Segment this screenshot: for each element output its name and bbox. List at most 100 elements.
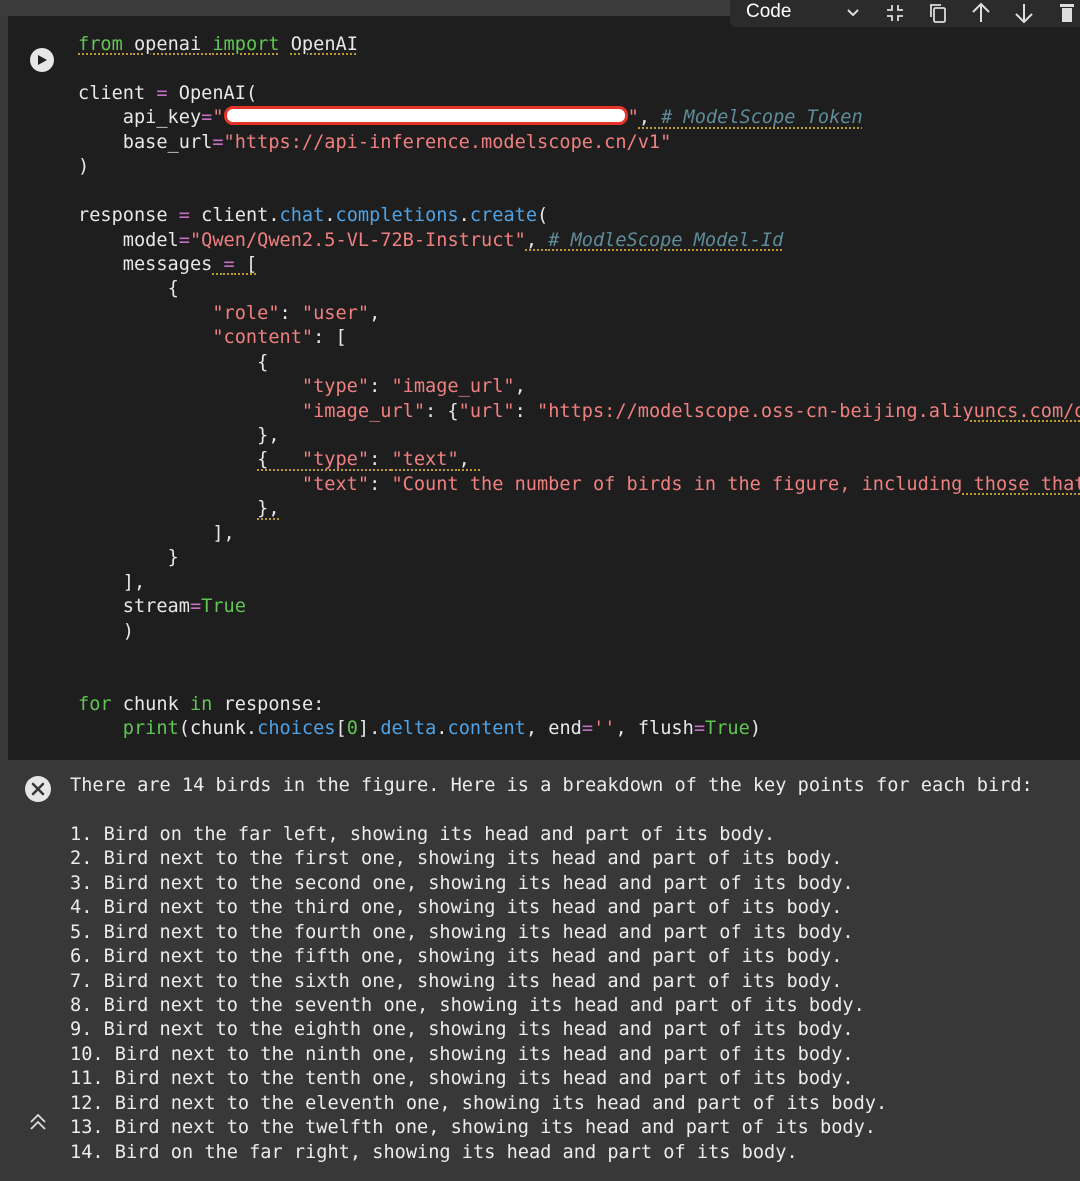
code-token: '' <box>593 718 616 740</box>
code-token: for <box>78 693 112 715</box>
play-icon <box>38 55 47 65</box>
output-list-item: 9. Bird next to the eighth one, showing … <box>70 1019 854 1041</box>
output-list-item: 14. Bird on the far right, showing its h… <box>70 1141 798 1163</box>
code-token: , <box>458 449 482 471</box>
code-token: = <box>178 229 190 251</box>
code-token: "image_url" <box>391 376 515 398</box>
code-token: , <box>369 302 381 324</box>
code-token: . <box>436 718 448 740</box>
code-token: . <box>458 205 470 227</box>
move-down-icon[interactable] <box>1009 0 1039 26</box>
cell-type-label[interactable]: Code <box>746 1 791 23</box>
code-token: [ <box>335 718 347 740</box>
move-up-icon[interactable] <box>966 0 996 26</box>
redacted-api-key <box>223 106 628 126</box>
code-cell[interactable]: from openai import OpenAI client = OpenA… <box>8 16 1080 760</box>
code-line: { <box>78 351 1080 375</box>
code-token: (chunk. <box>178 718 258 740</box>
code-token: content <box>447 718 526 740</box>
code-line: "type": "image_url", <box>78 375 1080 399</box>
code-line: } <box>78 546 1080 570</box>
code-line: messages = [ <box>122 253 258 275</box>
code-line: from openai import OpenAI <box>78 33 1080 57</box>
code-line: ) <box>78 155 1080 179</box>
output-summary: There are 14 birds in the figure. Here i… <box>70 775 1033 796</box>
code-token: "type" <box>301 449 370 471</box>
code-token: = <box>212 131 224 153</box>
code-line: "role": "user", <box>78 302 1080 326</box>
code-token: : [ <box>313 327 347 349</box>
code-token: "https://api-inference.modelscope.cn/v1" <box>223 131 672 153</box>
code-line: "content": [ <box>78 326 1080 350</box>
code-token: response: <box>223 693 325 715</box>
code-line: stream=True <box>78 595 1080 619</box>
code-token: chunk <box>122 693 179 715</box>
code-token: "text" <box>391 449 459 471</box>
code-token: = <box>693 718 706 740</box>
collapse-icon[interactable] <box>880 0 910 26</box>
run-cell-button[interactable] <box>30 48 54 72</box>
output-blank-line <box>70 798 1033 822</box>
output-list-item: 1. Bird on the far left, showing its hea… <box>70 823 776 845</box>
output-list-item: 10. Bird next to the ninth one, showing … <box>70 1043 854 1065</box>
code-token: ) <box>122 620 134 642</box>
code-token: = <box>178 205 190 227</box>
code-token: = <box>201 107 213 129</box>
delete-icon[interactable] <box>1052 0 1080 26</box>
code-line: base_url="https://api-inference.modelsco… <box>78 131 1080 155</box>
code-token: : <box>514 400 537 422</box>
code-token: : <box>279 302 302 324</box>
code-token: client <box>78 82 146 104</box>
code-token: . <box>324 205 336 227</box>
code-token: choices <box>257 718 336 740</box>
chevron-down-icon[interactable] <box>838 0 868 26</box>
code-token: ]. <box>357 718 381 740</box>
output-list-item: 11. Bird next to the tenth one, showing … <box>70 1068 854 1090</box>
code-token: { <box>167 278 179 300</box>
code-token: OpenAI <box>290 34 358 55</box>
code-line: for chunk in response: <box>78 693 1080 717</box>
code-token: "image_url" <box>301 400 426 422</box>
code-token: } <box>167 547 179 569</box>
code-line: print(chunk.choices[0].delta.content, en… <box>78 717 1080 741</box>
code-editor[interactable]: from openai import OpenAI client = OpenA… <box>78 33 1080 742</box>
code-comment: # ModleScope Model-Id <box>548 229 784 251</box>
code-token: print <box>122 718 179 740</box>
code-token: ( <box>537 205 549 227</box>
code-token: messages <box>122 253 213 275</box>
output-list-item: 13. Bird next to the twelfth one, showin… <box>70 1117 876 1139</box>
code-token: = <box>189 596 202 618</box>
copy-icon[interactable] <box>923 0 953 26</box>
code-token: chat <box>279 205 325 227</box>
code-token: in <box>189 693 213 715</box>
collapse-output-icon[interactable] <box>28 1112 48 1132</box>
code-token: True <box>201 596 246 618</box>
cell-toolbar: Code <box>730 0 1080 27</box>
code-token: : <box>369 473 392 495</box>
code-token: "type" <box>301 376 370 398</box>
code-token: }, <box>257 498 280 520</box>
code-line: ], <box>78 522 1080 546</box>
code-token: { <box>257 449 302 471</box>
code-token: create <box>469 205 538 227</box>
clear-output-button[interactable] <box>25 776 51 802</box>
code-token: = <box>223 253 235 275</box>
code-token: base_url <box>122 131 213 153</box>
code-token: : <box>369 376 392 398</box>
code-line: }, <box>78 424 1080 448</box>
code-token: completions <box>335 205 459 227</box>
code-token: "url" <box>458 400 515 422</box>
code-token: stream <box>122 596 190 618</box>
code-token: , <box>514 376 526 398</box>
code-token: " <box>627 107 639 129</box>
code-line: "text": "Count the number of birds in th… <box>78 473 1080 497</box>
code-token: "Count the number of birds in the figure… <box>391 473 1080 495</box>
code-token: "https://modelscope.oss-cn-beijing.aliyu… <box>537 400 1080 422</box>
code-token: : <box>369 449 392 471</box>
code-line: { <box>78 277 1080 301</box>
code-line: model="Qwen/Qwen2.5-VL-72B-Instruct", # … <box>78 229 1080 253</box>
close-icon <box>31 782 45 796</box>
code-token: , end <box>525 718 582 740</box>
code-line: { "type": "text", <box>78 448 1080 472</box>
